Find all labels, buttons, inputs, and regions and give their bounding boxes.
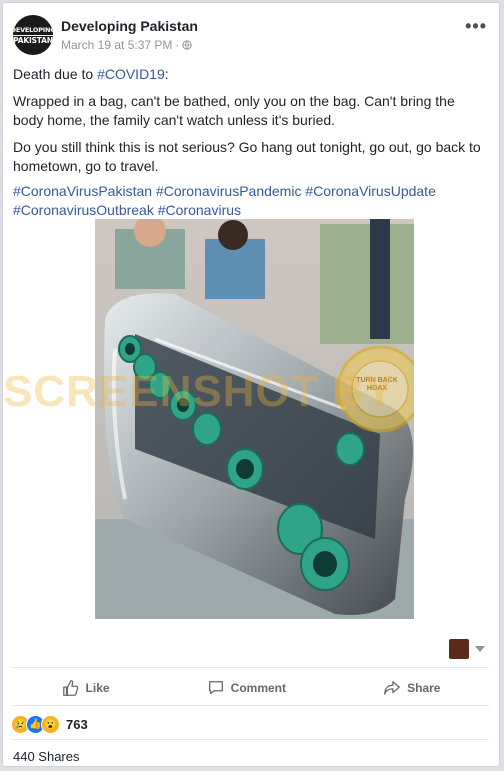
- post-meta: March 19 at 5:37 PM ·: [61, 38, 193, 52]
- shares-count[interactable]: 440 Shares: [13, 749, 80, 764]
- wow-reaction-icon: 😮: [41, 714, 60, 734]
- comment-button[interactable]: Comment: [207, 679, 286, 697]
- divider: [13, 705, 489, 706]
- comment-label: Comment: [230, 681, 286, 695]
- hashtag-link[interactable]: #CoronaVirusPakistan: [13, 183, 152, 199]
- thumbs-up-icon: [62, 680, 78, 696]
- page-avatar[interactable]: DEVELOPING PAKISTAN: [13, 15, 53, 55]
- profile-thumbnail: [449, 639, 469, 659]
- like-button[interactable]: Like: [62, 679, 110, 697]
- post-hashtags: #CoronaVirusPakistan #CoronavirusPandemi…: [13, 182, 487, 220]
- page-name-link[interactable]: Developing Pakistan: [61, 18, 198, 34]
- post-header: DEVELOPING PAKISTAN Developing Pakistan …: [13, 15, 489, 59]
- globe-icon[interactable]: [182, 40, 193, 50]
- avatar-text-bottom: PAKISTAN: [13, 35, 53, 45]
- reaction-summary[interactable]: 😢 👍 😮 763: [11, 713, 88, 735]
- meta-separator: ·: [175, 38, 180, 52]
- avatar-text-top: DEVELOPING: [13, 26, 53, 36]
- post-line-2: Wrapped in a bag, can't be bathed, only …: [13, 93, 455, 128]
- post-line-1: Death due to #COVID19:: [13, 66, 169, 82]
- more-options-icon[interactable]: •••: [465, 17, 487, 35]
- screenshot-watermark: SCREENSHOT BY: [3, 367, 395, 416]
- comment-icon: [208, 681, 223, 695]
- divider: [13, 739, 489, 740]
- hashtag-covid19[interactable]: #COVID19: [97, 66, 165, 82]
- post-photo[interactable]: TURN BACK HOAX: [95, 219, 414, 619]
- divider: [13, 667, 489, 668]
- post-actions: Like Comment Share: [13, 673, 489, 703]
- reaction-count[interactable]: 763: [66, 717, 88, 732]
- photo-illustration: [95, 219, 414, 619]
- hashtag-link[interactable]: #CoronaVirusUpdate: [305, 183, 436, 199]
- hashtag-link[interactable]: #Coronavirus: [158, 202, 241, 218]
- post-line-3: Do you still think this is not serious? …: [13, 139, 481, 174]
- react-as-selector[interactable]: [449, 639, 485, 659]
- share-icon: [384, 681, 400, 695]
- post-body: Death due to #COVID19: Wrapped in a bag,…: [13, 65, 487, 228]
- caret-down-icon[interactable]: [475, 646, 485, 652]
- hashtag-link[interactable]: #CoronavirusOutbreak: [13, 202, 154, 218]
- share-label: Share: [407, 681, 441, 695]
- share-button[interactable]: Share: [383, 679, 440, 697]
- like-label: Like: [85, 681, 110, 695]
- timestamp-link[interactable]: March 19 at 5:37 PM: [61, 38, 172, 52]
- hashtag-link[interactable]: #CoronavirusPandemic: [156, 183, 302, 199]
- post-card: DEVELOPING PAKISTAN Developing Pakistan …: [2, 2, 500, 767]
